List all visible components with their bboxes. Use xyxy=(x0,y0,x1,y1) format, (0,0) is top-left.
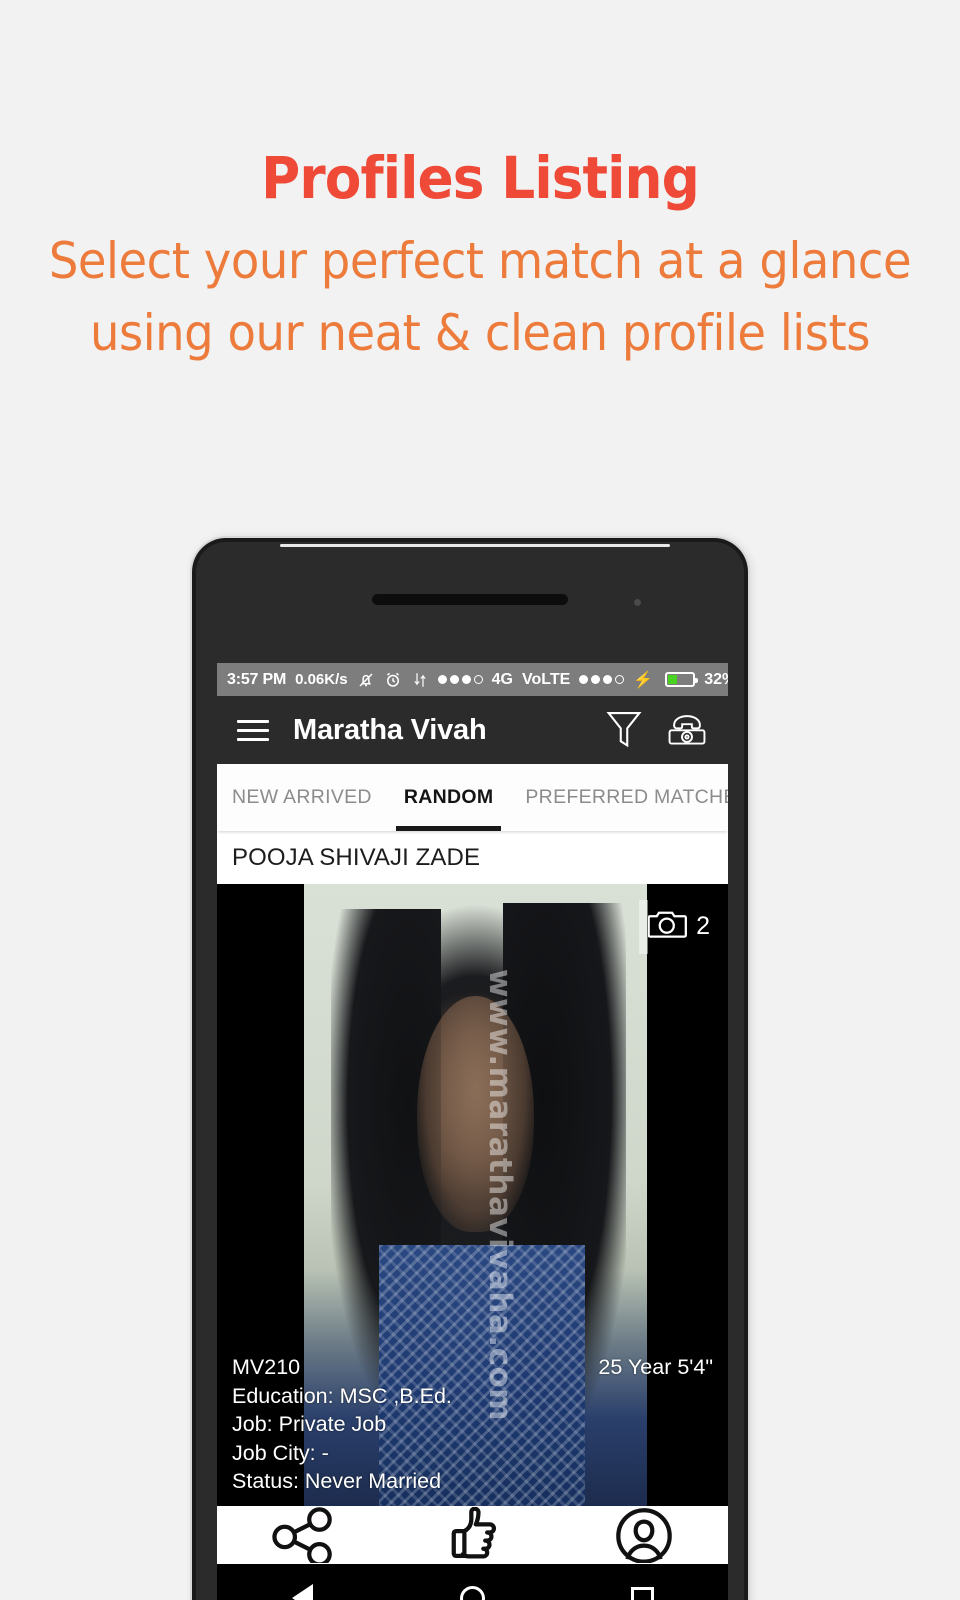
battery-icon xyxy=(663,672,699,687)
promo-subtitle-line-1: Select your perfect match at a glance xyxy=(48,231,912,290)
promo-subtitle: Select your perfect match at a glance us… xyxy=(34,225,927,370)
status-time: 3:57 PM xyxy=(227,670,287,688)
profile-card[interactable]: POOJA SHIVAJI ZADE 2 www.marathavivaha.c… xyxy=(217,831,728,1600)
profile-photo-area[interactable]: 2 www.marathavivaha.com MV210 25 Year 5'… xyxy=(217,884,728,1506)
tab-new-arrived[interactable]: NEW ARRIVED xyxy=(217,764,388,831)
tab-random[interactable]: RANDOM xyxy=(388,764,510,831)
funnel-filter-icon[interactable] xyxy=(604,709,644,751)
page-title: Profiles Listing xyxy=(261,144,700,212)
tab-bar: NEW ARRIVED RANDOM PREFERRED MATCHED xyxy=(217,764,728,831)
thumbs-up-icon[interactable] xyxy=(444,1507,506,1563)
status-network-speed: 0.06K/s xyxy=(295,671,348,688)
profile-job: Job: Private Job xyxy=(232,1412,387,1437)
profile-age-height: 25 Year 5'4" xyxy=(598,1355,713,1380)
phone-glass: 3:57 PM 0.06K/s 4G VoLTE ⚡ 32 Maratha Vi… xyxy=(196,542,744,1600)
earpiece-speaker xyxy=(372,594,568,605)
profile-name: POOJA SHIVAJI ZADE xyxy=(217,831,728,884)
front-camera xyxy=(634,599,641,606)
battery-percent-label: 32% xyxy=(704,670,728,688)
android-nav-bar xyxy=(217,1564,728,1600)
signal-bars-sim2 xyxy=(579,675,625,684)
photo-count: 2 xyxy=(696,912,710,940)
recents-square-icon[interactable] xyxy=(598,1586,688,1600)
home-circle-icon[interactable] xyxy=(427,1585,517,1600)
lightning-bolt-icon: ⚡ xyxy=(633,671,654,689)
hamburger-menu-icon[interactable] xyxy=(237,714,269,747)
app-title: Maratha Vivah xyxy=(293,713,487,746)
phone-top-trim xyxy=(280,544,670,547)
phone-mockup: 3:57 PM 0.06K/s 4G VoLTE ⚡ 32 Maratha Vi… xyxy=(192,538,748,1600)
data-transfer-icon xyxy=(411,671,429,689)
profile-marital-status: Status: Never Married xyxy=(232,1469,442,1494)
app-toolbar: Maratha Vivah xyxy=(217,696,728,764)
profile-id: MV210 xyxy=(232,1355,301,1380)
status-network-type: 4G xyxy=(491,670,513,688)
phone-screen: 3:57 PM 0.06K/s 4G VoLTE ⚡ 32 Maratha Vi… xyxy=(217,663,728,1600)
profile-education: Education: MSC ,B.Ed. xyxy=(232,1383,452,1408)
telephone-icon[interactable] xyxy=(664,709,710,751)
photo-count-badge: 2 xyxy=(647,908,710,945)
status-bar: 3:57 PM 0.06K/s 4G VoLTE ⚡ 32 xyxy=(217,663,728,696)
photo-scroll-indicator xyxy=(639,900,648,954)
camera-icon xyxy=(647,908,688,945)
promo-header: Profiles Listing Select your perfect mat… xyxy=(0,0,960,370)
bell-muted-icon xyxy=(357,671,375,689)
back-triangle-icon[interactable] xyxy=(257,1584,347,1600)
status-volte-label: VoLTE xyxy=(521,670,571,688)
card-action-bar xyxy=(217,1506,728,1564)
battery-fill xyxy=(668,675,677,684)
alarm-clock-icon xyxy=(384,671,402,689)
share-icon[interactable] xyxy=(271,1507,337,1563)
promo-subtitle-line-2: using our neat & clean profile lists xyxy=(89,304,871,363)
person-circle-icon[interactable] xyxy=(613,1507,675,1563)
profile-overlay-info: MV210 25 Year 5'4" Education: MSC ,B.Ed.… xyxy=(217,1353,728,1496)
tab-preferred-matched[interactable]: PREFERRED MATCHED xyxy=(509,764,728,831)
profile-id-age-row: MV210 25 Year 5'4" xyxy=(232,1353,713,1382)
signal-bars-sim1 xyxy=(437,675,483,684)
profile-job-city: Job City: - xyxy=(232,1440,329,1465)
